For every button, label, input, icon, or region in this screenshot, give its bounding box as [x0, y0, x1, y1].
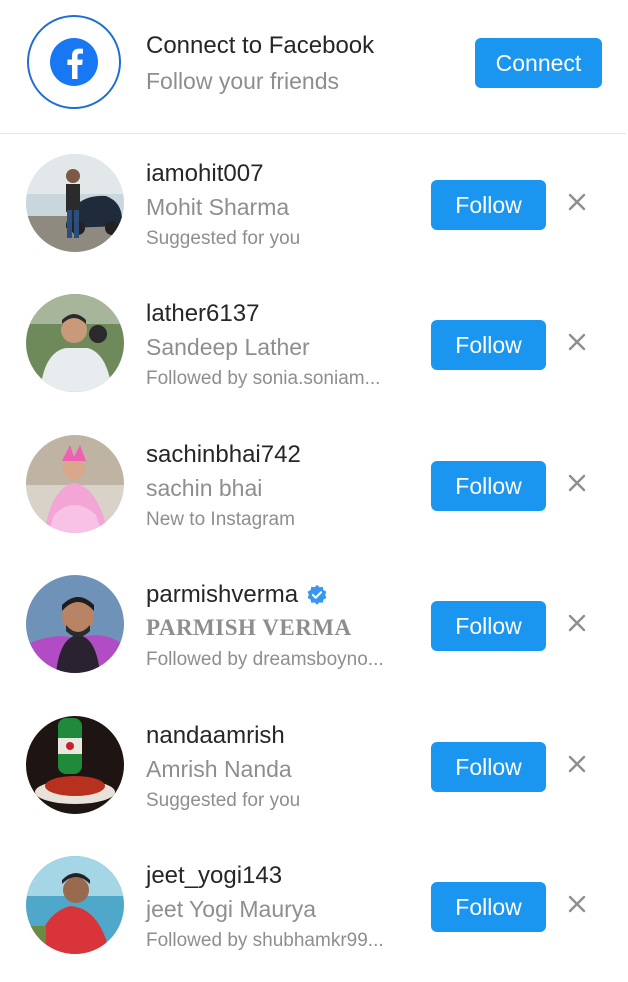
suggestion-row: jeet_yogi143 jeet Yogi Maurya Followed b… — [0, 842, 628, 982]
follow-button[interactable]: Follow — [431, 180, 546, 230]
username[interactable]: iamohit007 — [146, 160, 263, 188]
close-icon[interactable] — [565, 611, 589, 635]
suggestion-row: nandaamrish Amrish Nanda Suggested for y… — [0, 702, 628, 842]
follow-button[interactable]: Follow — [431, 320, 546, 370]
close-icon[interactable] — [565, 330, 589, 354]
username[interactable]: sachinbhai742 — [146, 441, 301, 469]
suggestion-context: New to Instagram — [146, 509, 295, 530]
full-name: Mohit Sharma — [146, 194, 290, 220]
divider — [0, 133, 626, 134]
full-name: Sandeep Lather — [146, 334, 310, 360]
facebook-icon — [27, 15, 121, 109]
suggestion-row: parmishverma PARMISH VERMA Followed by d… — [0, 561, 628, 701]
facebook-subtitle: Follow your friends — [146, 68, 340, 94]
username[interactable]: parmishverma — [146, 581, 328, 609]
full-name: PARMISH VERMA — [146, 615, 352, 640]
follow-button[interactable]: Follow — [431, 882, 546, 932]
connect-button[interactable]: Connect — [475, 38, 602, 88]
follow-button[interactable]: Follow — [431, 742, 546, 792]
full-name: sachin bhai — [146, 475, 263, 501]
full-name: Amrish Nanda — [146, 756, 292, 782]
facebook-title: Connect to Facebook — [146, 32, 375, 59]
username[interactable]: jeet_yogi143 — [146, 862, 282, 890]
close-icon[interactable] — [565, 190, 589, 214]
suggestion-context: Suggested for you — [146, 228, 301, 249]
avatar[interactable] — [26, 716, 124, 814]
facebook-connect-row: Connect to Facebook Follow your friends … — [0, 0, 628, 133]
avatar[interactable] — [26, 294, 124, 392]
avatar[interactable] — [26, 154, 124, 252]
close-icon[interactable] — [565, 471, 589, 495]
username[interactable]: lather6137 — [146, 300, 259, 328]
follow-button[interactable]: Follow — [431, 601, 546, 651]
close-icon[interactable] — [565, 892, 589, 916]
verified-badge-icon — [307, 584, 327, 605]
avatar[interactable] — [26, 435, 124, 533]
username[interactable]: nandaamrish — [146, 722, 285, 750]
suggestion-context: Followed by dreamsboyno... — [146, 649, 384, 670]
suggestion-context: Suggested for you — [146, 790, 301, 811]
suggestion-row: sachinbhai742 sachin bhai New to Instagr… — [0, 421, 628, 561]
close-icon[interactable] — [565, 752, 589, 776]
suggestion-row: lather6137 Sandeep Lather Followed by so… — [0, 280, 628, 420]
avatar[interactable] — [26, 575, 124, 673]
full-name: jeet Yogi Maurya — [146, 896, 317, 922]
suggestion-row: iamohit007 Mohit Sharma Suggested for yo… — [0, 140, 628, 280]
avatar[interactable] — [26, 856, 124, 954]
suggestion-context: Followed by sonia.soniam... — [146, 368, 381, 389]
follow-button[interactable]: Follow — [431, 461, 546, 511]
suggestion-context: Followed by shubhamkr99... — [146, 930, 384, 951]
